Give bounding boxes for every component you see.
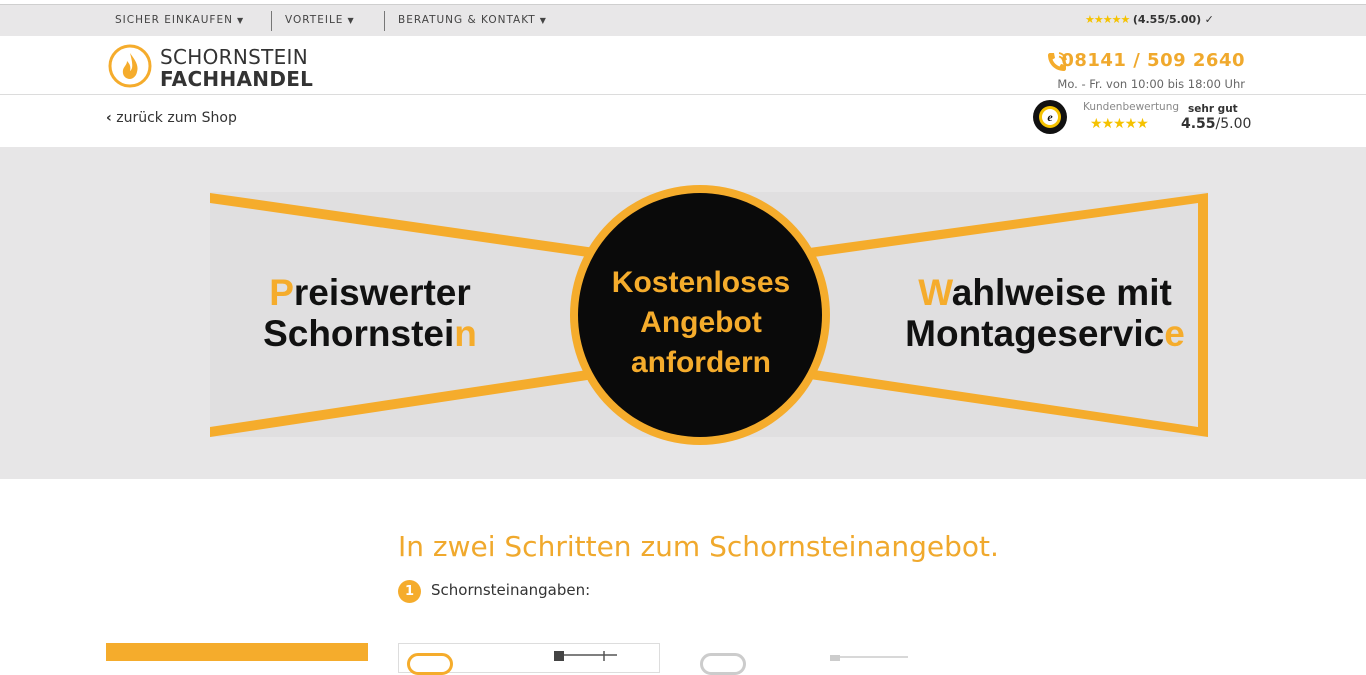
site-header: SCHORNSTEIN FACHHANDEL 08141 / 509 2640 … [0, 36, 1366, 95]
chimney-sketch-icon [830, 655, 908, 661]
divider [384, 11, 385, 31]
hero-cta-line: Kostenloses [611, 266, 791, 299]
chevron-left-icon: ‹ [106, 110, 112, 126]
top-bar: SICHER EINKAUFEN ▼ VORTEILE ▼ BERATUNG & K… [0, 4, 1366, 36]
hero-text: reiswerter [293, 272, 471, 313]
top-rating[interactable]: ★★★★★ (4.55/5.00) ✓ [1085, 5, 1214, 37]
hero-text: n [454, 313, 477, 354]
topnav-vorteile[interactable]: VORTEILE ▼ [285, 5, 355, 37]
phone-number[interactable]: 08141 / 509 2640 [1061, 50, 1245, 71]
review-label: Kundenbewertung [1083, 101, 1180, 113]
hero-left-text: Preiswerter Schornstein [210, 272, 530, 354]
logo-text-line1[interactable]: SCHORNSTEIN [160, 45, 308, 69]
topnav-label: BERATUNG & KONTAKT [398, 14, 536, 26]
step-label: Schornsteinangaben: [431, 581, 591, 599]
hero-right-text: Wahlweise mit Montageservice [860, 272, 1230, 354]
hero-cta-text[interactable]: Kostenloses Angebot anfordern [586, 263, 816, 383]
logo-text-line2[interactable]: FACHHANDEL [160, 67, 313, 91]
hero-text: ahlweise mit [951, 272, 1172, 313]
review-score: 4.55/5.00 [1181, 116, 1251, 132]
hero-text: Schornstei [263, 313, 455, 354]
topnav-label: SICHER EINKAUFEN [115, 14, 233, 26]
caret-down-icon: ▼ [539, 16, 547, 25]
topnav-label: VORTEILE [285, 14, 344, 26]
business-hours: Mo. - Fr. von 10:00 bis 18:00 Uhr [1057, 77, 1245, 91]
hero-banner: Preiswerter Schornstein Kostenloses Ange… [0, 147, 1366, 479]
step-number-badge: 1 [398, 580, 421, 603]
review-score-value: 4.55 [1181, 116, 1216, 132]
option-toggle-active[interactable] [407, 653, 453, 675]
hero-cta-line: Angebot [640, 306, 762, 339]
chimney-sketch-icon [554, 651, 617, 661]
review-score-max: /5.00 [1215, 116, 1252, 132]
svg-text:e: e [1047, 110, 1053, 124]
check-icon: ✓ [1204, 13, 1214, 26]
flame-logo-icon[interactable] [108, 44, 152, 88]
sidebar-panel [106, 643, 368, 661]
hero-text: Montageservic [905, 313, 1165, 354]
review-stars-icon: ★★★★★ [1090, 116, 1149, 132]
hero-text: e [1164, 313, 1185, 354]
steps-title: In zwei Schritten zum Schornsteinangebot… [398, 530, 999, 563]
rating-text: (4.55/5.00) [1132, 13, 1202, 26]
back-link-label: zurück zum Shop [116, 110, 237, 126]
divider [271, 11, 272, 31]
caret-down-icon: ▼ [347, 16, 355, 25]
star-rating-icon: ★★★★★ [1085, 13, 1130, 26]
review-word: sehr gut [1188, 103, 1238, 115]
back-to-shop-link[interactable]: ‹ zurück zum Shop [106, 110, 237, 126]
topnav-beratung-kontakt[interactable]: BERATUNG & KONTAKT ▼ [398, 5, 547, 37]
caret-down-icon: ▼ [236, 16, 245, 25]
topnav-sicher-einkaufen[interactable]: SICHER EINKAUFEN ▼ [115, 5, 244, 37]
hero-cta-line: anfordern [630, 346, 771, 379]
hero-text: P [269, 272, 294, 313]
option-toggle-inactive[interactable] [700, 653, 746, 675]
hero-text: W [918, 272, 952, 313]
sub-bar: ‹ zurück zum Shop e Kundenbewertung ★★★★… [0, 95, 1366, 147]
trusted-shops-badge-icon[interactable]: e [1032, 99, 1068, 135]
